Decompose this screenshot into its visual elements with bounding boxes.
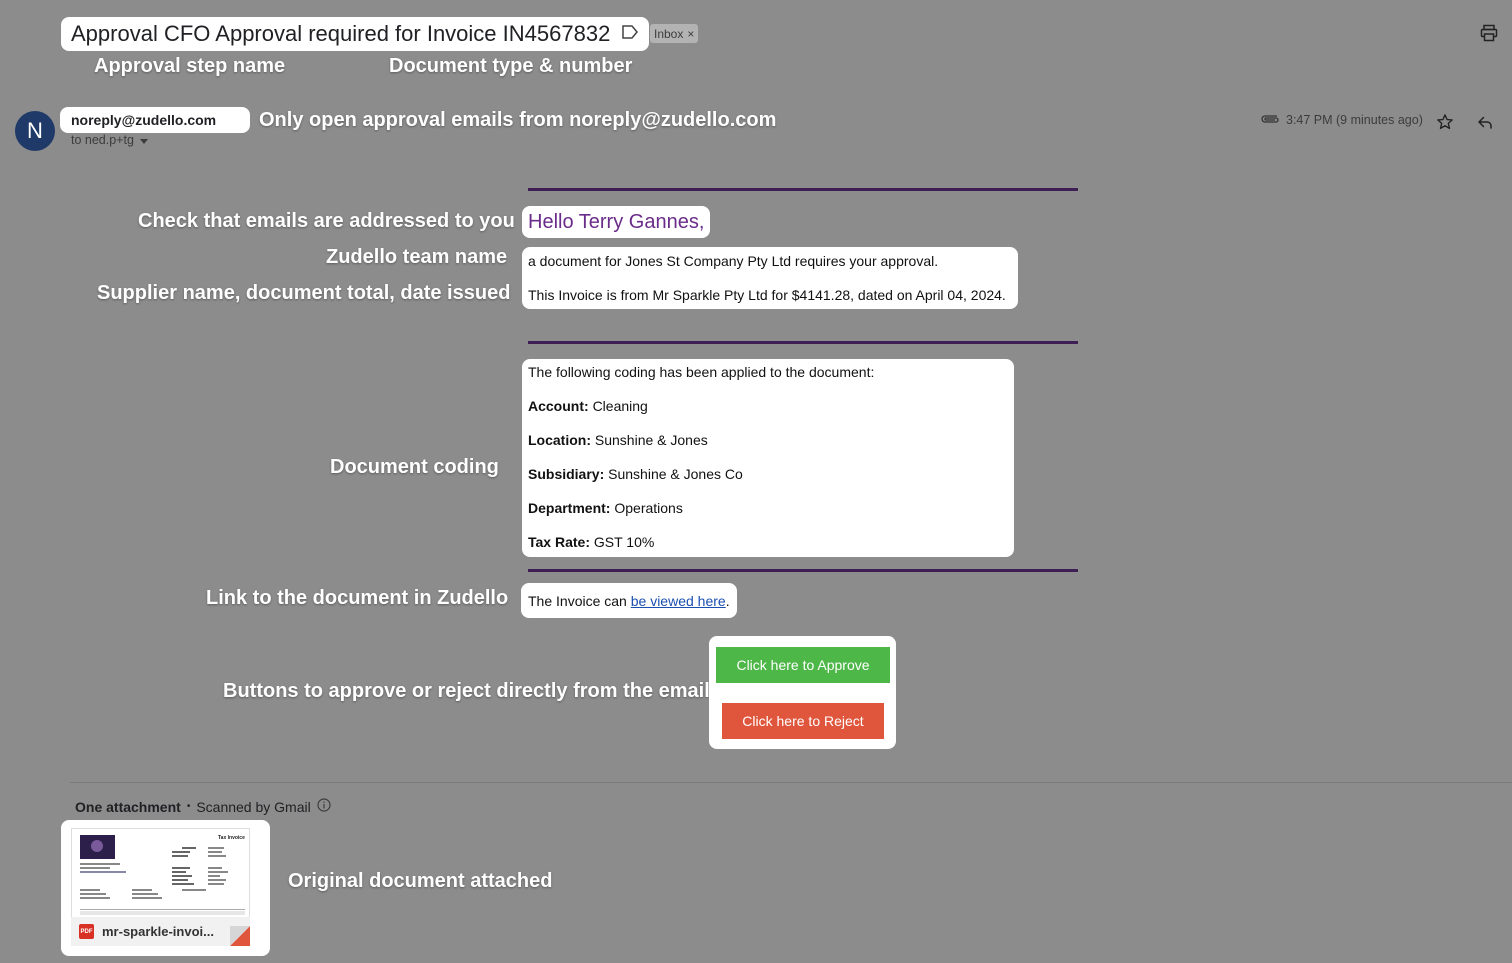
annotation-original: Original document attached — [288, 870, 553, 892]
email-divider-top — [528, 188, 1078, 191]
coding-label: Department: — [528, 500, 611, 516]
intro-invoice-line: This Invoice is from Mr Sparkle Pty Ltd … — [528, 287, 1006, 303]
coding-row-subsidiary: Subsidiary: Sunshine & Jones Co — [528, 466, 1008, 483]
coding-row-department: Department: Operations — [528, 500, 1008, 517]
annotation-coding: Document coding — [330, 456, 499, 478]
remove-label-icon[interactable]: × — [687, 27, 694, 41]
coding-value: Sunshine & Jones Co — [608, 466, 743, 482]
recipient-text: to ned.p+tg — [71, 133, 134, 147]
coding-value: Operations — [614, 500, 683, 516]
link-prefix: The Invoice can — [528, 592, 631, 609]
email-divider-bottom — [528, 569, 1078, 572]
coding-label: Subsidiary: — [528, 466, 605, 482]
approve-button[interactable]: Click here to Approve — [716, 647, 890, 683]
annotation-team-name: Zudello team name — [326, 246, 508, 268]
greeting: Hello Terry Gannes, — [522, 206, 711, 238]
reject-button[interactable]: Click here to Reject — [722, 703, 884, 739]
sender-email[interactable]: noreply@zudello.com — [60, 107, 250, 133]
sender-avatar[interactable]: N — [15, 111, 55, 151]
coding-row-location: Location: Sunshine & Jones — [528, 432, 1008, 449]
attachment-file-name: mr-sparkle-invoi... — [102, 924, 214, 939]
inbox-label: Inbox — [654, 26, 684, 41]
coding-value: GST 10% — [593, 534, 655, 550]
coding-row-account: Account: Cleaning — [528, 398, 1008, 415]
annotation-buttons: Buttons to approve or reject directly fr… — [223, 680, 710, 702]
pdf-icon: PDF — [79, 924, 94, 939]
document-link-box: The Invoice can be viewed here. — [521, 583, 737, 618]
link-suffix: . — [725, 592, 730, 609]
attachment-count: One attachment — [75, 798, 181, 815]
reply-icon[interactable] — [1476, 113, 1494, 131]
coding-heading: The following coding has been applied to… — [528, 364, 875, 380]
annotation-addressed: Check that emails are addressed to you — [138, 210, 515, 232]
annotation-sender-only: Only open approval emails from noreply@z… — [259, 109, 777, 131]
recipient-details[interactable]: to ned.p+tg — [71, 133, 148, 147]
annotation-supplier: Supplier name, document total, date issu… — [97, 282, 511, 304]
info-icon[interactable] — [317, 798, 331, 815]
email-timestamp: 3:47 PM (9 minutes ago) — [1286, 113, 1423, 127]
annotation-doc-type: Document type & number — [389, 55, 633, 77]
chevron-down-icon[interactable] — [139, 133, 148, 147]
intro-box: a document for Jones St Company Pty Ltd … — [522, 247, 1018, 309]
attachment-card[interactable]: Tax Invoice PDF mr-sparkle-invoi... — [61, 820, 270, 956]
email-subject: Approval CFO Approval required for Invoi… — [71, 21, 611, 46]
subject-box: Approval CFO Approval required for Invoi… — [61, 17, 649, 51]
attachment-footer[interactable]: PDF mr-sparkle-invoi... — [71, 917, 250, 946]
star-icon[interactable] — [1436, 113, 1454, 131]
annotation-link: Link to the document in Zudello — [206, 587, 509, 609]
coding-box: The following coding has been applied to… — [522, 359, 1014, 557]
coding-label: Location: — [528, 432, 591, 448]
scan-label: Scanned by Gmail — [196, 798, 311, 815]
page-fold-icon — [230, 926, 250, 946]
coding-label: Tax Rate: — [528, 534, 590, 550]
attachment-separator — [70, 782, 1512, 783]
coding-label: Account: — [528, 398, 589, 414]
intro-team-line: a document for Jones St Company Pty Ltd … — [528, 253, 939, 269]
annotation-approval-step: Approval step name — [94, 55, 286, 77]
label-icon[interactable] — [622, 24, 639, 44]
attachment-thumb-title: Tax Invoice — [218, 835, 245, 841]
inbox-label-chip[interactable]: Inbox × — [650, 24, 699, 43]
print-icon[interactable] — [1480, 24, 1498, 42]
coding-value: Sunshine & Jones — [594, 432, 708, 448]
view-document-link[interactable]: be viewed here — [631, 593, 726, 609]
email-divider-middle — [528, 341, 1078, 344]
attachment-header: One attachment • Scanned by Gmail — [75, 798, 331, 815]
action-buttons-box: Click here to Approve Click here to Reje… — [709, 636, 896, 749]
attachment-separator-dot: • — [186, 801, 191, 812]
paperclip-icon — [1260, 112, 1280, 126]
coding-value: Cleaning — [592, 398, 648, 414]
coding-row-tax-rate: Tax Rate: GST 10% — [528, 534, 1008, 551]
